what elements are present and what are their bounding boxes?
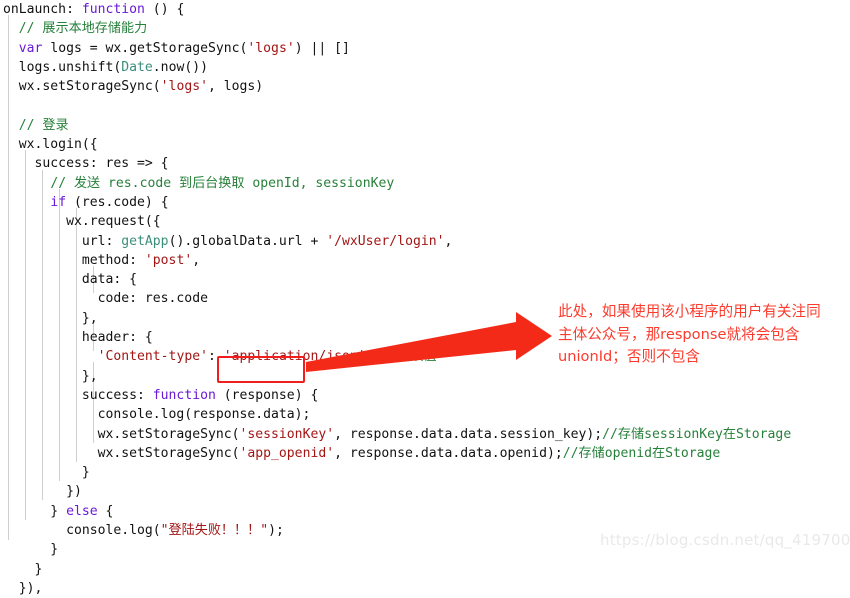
code-line: logs.unshift(Date.now()) (0, 58, 850, 77)
code-editor-pane: onLaunch: function () { // 展示本地存储能力 var … (0, 0, 850, 596)
code-line: } (0, 463, 850, 482)
token-class: Date (121, 59, 153, 75)
code-line-text: onLaunch: function () { (3, 2, 185, 17)
token-string: 'application/json' (223, 349, 366, 365)
code-line-text: 'Content-type': 'application/json' // 默认… (97, 349, 437, 365)
annotation-text: 此处，如果使用该小程序的用户有关注同 主体公众号，那response就将会包含 … (558, 303, 821, 365)
code-line-text: data: { (3, 272, 138, 288)
token-comment: // 登录 (18, 117, 69, 133)
code-line-text: wx.setStorageSync('app_openid', response… (3, 445, 721, 461)
token-comment: //存储openid在Storage (562, 445, 721, 461)
code-line-text: }, (3, 368, 98, 384)
watermark: https://blog.csdn.net/qq_41970025 (600, 531, 850, 549)
code-line: data: { (0, 270, 850, 289)
code-line: wx.request({ (0, 212, 850, 231)
code-line-text: } (3, 542, 59, 558)
code-line-text: if (res.code) { (50, 194, 169, 210)
code-line-text: success: function (response) { (3, 387, 319, 403)
code-line-text: // 登录 (0, 116, 69, 135)
code-line-text: var logs = wx.getStorageSync('logs') || … (18, 40, 350, 56)
code-line: }, (0, 367, 850, 386)
code-line-text: console.log("登陆失败！！！"); (3, 523, 284, 539)
code-line-text: } else { (3, 503, 114, 519)
code-line: wx.login({ (0, 135, 850, 154)
code-line-text: method: 'post', (3, 252, 201, 268)
token-comment: //存储sessionKey在Storage (602, 426, 792, 442)
code-line-text: } (3, 465, 90, 481)
code-line-text: wx.setStorageSync('sessionKey', response… (3, 426, 792, 442)
code-line: // 登录 (0, 116, 850, 135)
code-line: method: 'post', (0, 251, 850, 270)
token-string: "登陆失败！！！" (160, 523, 269, 539)
code-line: // 展示本地存储能力 (0, 19, 850, 38)
token-string: 'post' (144, 252, 193, 268)
code-line-text: }, (3, 310, 98, 326)
code-line: if (res.code) { (0, 193, 850, 212)
token-comment: // 发送 res.code 到后台换取 openId, sessionKey (50, 175, 395, 191)
code-line-text: wx.setStorageSync('logs', logs) (3, 79, 264, 95)
code-line: url: getApp().globalData.url + '/wxUser/… (0, 232, 850, 251)
code-line: var logs = wx.getStorageSync('logs') || … (0, 39, 850, 58)
code-line-text: code: res.code (3, 291, 208, 307)
code-line-text: } (3, 561, 43, 577)
token-comment: // 展示本地存储能力 (18, 21, 148, 37)
token-keyword: var (18, 40, 43, 56)
code-line: }) (0, 482, 850, 501)
code-line: } (0, 560, 850, 579)
code-line: success: function (response) { (0, 386, 850, 405)
token-string: 'app_openid' (239, 445, 335, 461)
token-string: 'Content-type' (97, 349, 208, 365)
code-line: wx.setStorageSync('logs', logs) (0, 77, 850, 96)
code-line: wx.setStorageSync('sessionKey', response… (0, 425, 850, 444)
token-keyword: function (152, 387, 216, 403)
token-string: 'sessionKey' (239, 426, 335, 442)
code-line-text: // 发送 res.code 到后台换取 openId, sessionKey (0, 174, 394, 193)
code-line-text: logs.unshift(Date.now()) (3, 59, 208, 75)
code-line: } else { (0, 502, 850, 521)
token-string: 'logs' (247, 40, 295, 56)
code-line: console.log(response.data); (0, 405, 850, 424)
code-line-text: url: getApp().globalData.url + '/wxUser/… (3, 233, 453, 249)
code-line-text: console.log(response.data); (3, 407, 311, 423)
token-keyword: function (81, 2, 145, 17)
token-class: getApp (121, 233, 169, 249)
code-line (0, 96, 850, 115)
code-line: }), (0, 579, 850, 598)
token-string: '/wxUser/login' (326, 233, 445, 249)
code-line-text: header: { (3, 330, 153, 346)
token-comment: // 默认值 (373, 349, 437, 365)
code-lines: onLaunch: function () { // 展示本地存储能力 var … (0, 0, 850, 598)
code-line-text: }) (3, 484, 82, 500)
code-line-text: }), (3, 580, 43, 596)
code-line: wx.setStorageSync('app_openid', response… (0, 444, 850, 463)
token-keyword: else (66, 503, 98, 519)
token-keyword: if (50, 194, 67, 210)
code-line-text: wx.login({ (3, 137, 98, 153)
token-string: 'logs' (160, 79, 208, 95)
code-line: // 发送 res.code 到后台换取 openId, sessionKey (0, 174, 850, 193)
code-line: onLaunch: function () { (0, 0, 850, 19)
code-line-text: // 展示本地存储能力 (0, 19, 147, 38)
code-line-text: success: res => { (3, 156, 169, 172)
code-line-text: wx.request({ (3, 214, 161, 230)
code-line: success: res => { (0, 154, 850, 173)
